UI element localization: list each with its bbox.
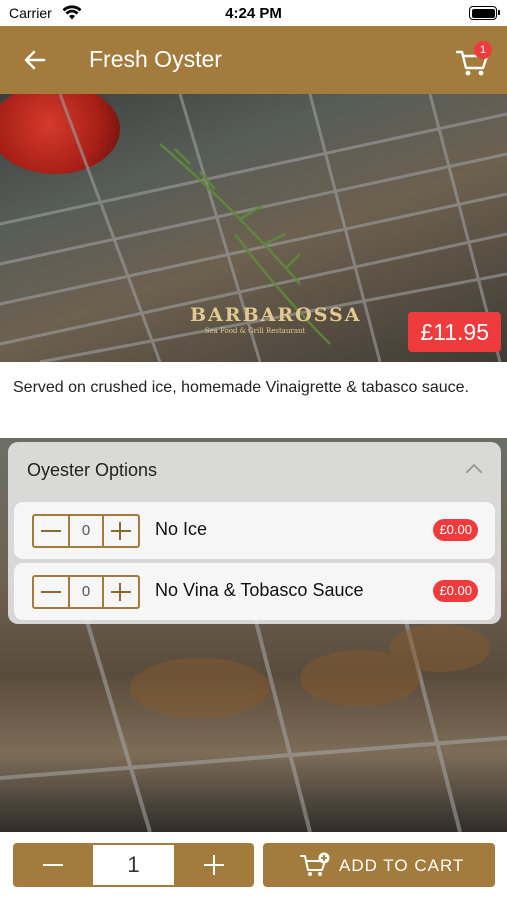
option-row: 0 No Vina & Tobasco Sauce £0.00 [14,563,495,620]
decrement-button[interactable] [34,516,68,546]
plus-icon [111,530,131,532]
quantity-stepper: 1 [13,843,254,887]
quantity-increment-button[interactable] [174,843,254,887]
increment-button[interactable] [104,577,138,607]
restaurant-logo: BARBAROSSA Sea Food & Grill Restaurant [190,304,362,335]
option-quantity-value: 0 [68,577,104,607]
quantity-value[interactable]: 1 [93,845,174,885]
minus-icon [41,530,61,532]
minus-icon [43,864,63,866]
option-price-badge: £0.00 [433,519,478,541]
bottom-action-bar: 1 ADD TO CART [0,832,507,900]
add-to-cart-label: ADD TO CART [339,856,465,875]
option-price-badge: £0.00 [433,580,478,602]
nav-bar: Fresh Oyster 1 [0,26,507,94]
chevron-up-icon[interactable] [465,462,483,474]
option-label: No Ice [155,519,208,539]
increment-button[interactable] [104,516,138,546]
page-title: Fresh Oyster [89,46,222,72]
options-panel: Oyester Options 0 No Ice £0.00 0 No Vina… [8,442,501,624]
cart-plus-icon [300,852,330,876]
status-bar: Carrier 4:24 PM [0,0,507,26]
option-quantity-value: 0 [68,516,104,546]
product-description: Served on crushed ice, homemade Vinaigre… [13,379,469,396]
clock: 4:24 PM [225,5,282,22]
option-quantity-stepper: 0 [32,575,140,609]
quantity-decrement-button[interactable] [13,843,93,887]
cart-count-badge: 1 [474,41,492,59]
back-arrow-icon[interactable] [20,46,50,74]
minus-icon [41,591,61,593]
price-badge: £11.95 [408,312,501,352]
battery-icon [469,6,500,20]
option-label: No Vina & Tobasco Sauce [155,580,364,600]
cart-button[interactable]: 1 [453,40,493,80]
add-to-cart-button[interactable]: ADD TO CART [263,843,495,887]
option-row: 0 No Ice £0.00 [14,502,495,559]
option-quantity-stepper: 0 [32,514,140,548]
plus-icon [111,591,131,593]
options-header: Oyester Options [27,460,158,480]
decrement-button[interactable] [34,577,68,607]
product-hero-image: BARBAROSSA Sea Food & Grill Restaurant £… [0,94,507,362]
